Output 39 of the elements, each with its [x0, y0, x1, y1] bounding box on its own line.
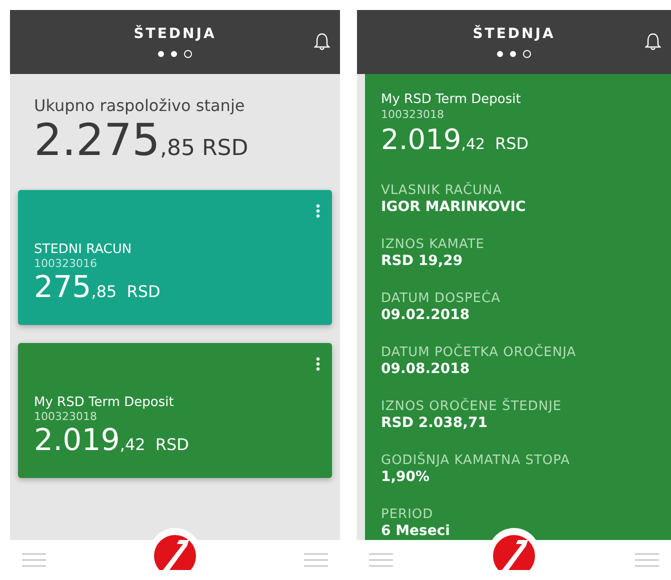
account-card[interactable]: STEDNI RACUN 100323016 275,85 RSD: [18, 190, 332, 325]
screen-title: ŠTEDNJA: [472, 26, 556, 42]
account-balance: 2.019,42 RSD: [34, 423, 190, 458]
account-name: My RSD Term Deposit: [381, 92, 522, 108]
field-label: DATUM POČETKA OROČENJA: [381, 344, 578, 361]
screen-title: ŠTEDNJA: [134, 26, 216, 42]
field-label: PERIOD: [381, 506, 434, 523]
page-indicator-dot[interactable]: [171, 51, 177, 57]
page-indicator-dot[interactable]: [158, 51, 164, 57]
account-balance: 2.019,42 RSD: [381, 122, 530, 158]
field-label: IZNOS KAMATE: [381, 236, 486, 253]
account-number: 100323018: [34, 410, 98, 423]
bell-icon[interactable]: [645, 32, 661, 52]
account-card[interactable]: My RSD Term Deposit 100323018 2.019,42 RSD: [18, 343, 332, 478]
field-value: RSD 19,29: [381, 253, 464, 270]
field-label: IZNOS OROČENE ŠTEDNJE: [381, 398, 563, 415]
field-value: IGOR MARINKOVIC: [381, 199, 527, 216]
balance-label: Ukupno raspoloživo stanje: [34, 96, 246, 115]
account-number: 100323016: [34, 257, 98, 270]
field-label: VLASNIK RAČUNA: [381, 182, 504, 199]
field-label: GODIŠNJA KAMATNA STOPA: [381, 452, 572, 469]
field-label: DATUM DOSPEĆA: [381, 290, 502, 307]
page-indicator-dot[interactable]: [510, 51, 516, 57]
more-options-icon[interactable]: [316, 357, 320, 371]
account-name: STEDNI RACUN: [34, 242, 133, 257]
page-indicator-dot[interactable]: [523, 50, 531, 58]
account-name: My RSD Term Deposit: [34, 395, 175, 410]
page-indicator-dot[interactable]: [184, 50, 192, 58]
more-options-icon[interactable]: [316, 204, 320, 218]
field-value: RSD 2.038,71: [381, 415, 488, 432]
bell-icon[interactable]: [314, 32, 330, 52]
account-balance: 275,85 RSD: [34, 270, 162, 305]
field-value: 09.08.2018: [381, 361, 471, 378]
account-number: 100323018: [381, 108, 445, 122]
page-indicator-dot[interactable]: [497, 51, 503, 57]
field-value: 6 Meseci: [381, 523, 451, 540]
total-balance: 2.275,85 RSD: [34, 115, 250, 166]
field-value: 1,90%: [381, 469, 431, 486]
field-value: 09.02.2018: [381, 307, 471, 324]
